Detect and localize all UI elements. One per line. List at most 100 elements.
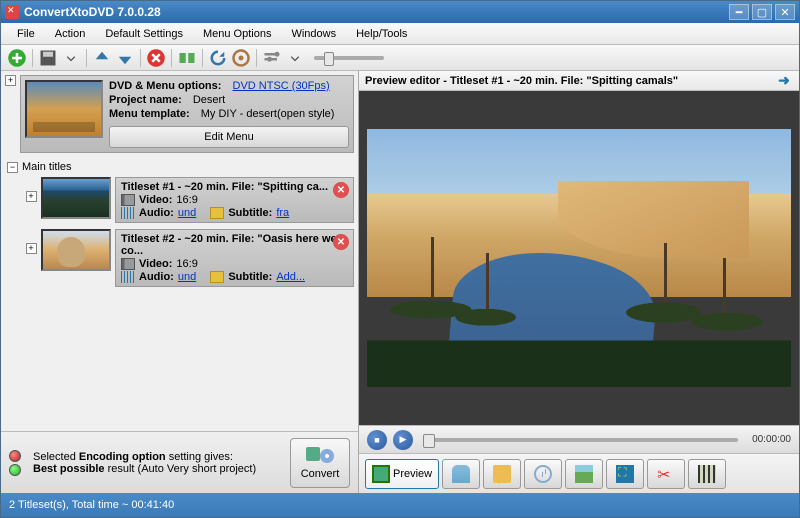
remove-icon[interactable]	[146, 48, 166, 68]
encoding-text: setting gives:	[166, 451, 233, 463]
video-label: Video:	[139, 194, 172, 206]
titlebar: ConvertXtoDVD 7.0.0.28 ━ ▢ ✕	[1, 1, 799, 23]
project-name-value: Desert	[193, 94, 225, 106]
play-button[interactable]: ▶	[393, 430, 413, 450]
titleset-title: Titleset #1 - ~20 min. File: "Spitting c…	[121, 181, 348, 193]
refresh-icon[interactable]	[208, 48, 228, 68]
merge-icon[interactable]	[177, 48, 197, 68]
app-icon	[5, 5, 19, 19]
statusbar-text: 2 Titleset(s), Total time ~ 00:41:40	[9, 499, 174, 511]
options-label: DVD & Menu options:	[109, 80, 221, 92]
collapse-titles-icon[interactable]: −	[7, 162, 18, 173]
options-link[interactable]: DVD NTSC (30Fps)	[233, 80, 330, 92]
options-icon[interactable]	[262, 48, 282, 68]
subtitle-label: Subtitle:	[228, 207, 272, 219]
titleset-row: + Titleset #2 - ~20 min. File: "Oasis he…	[25, 229, 354, 287]
options-dropdown-icon[interactable]	[285, 48, 305, 68]
template-label: Menu template:	[109, 108, 190, 120]
video-value: 16:9	[176, 194, 197, 206]
tab-subtitle[interactable]	[483, 459, 521, 489]
video-value: 16:9	[176, 258, 197, 270]
menu-default-settings[interactable]: Default Settings	[95, 26, 193, 42]
cut-tab-icon: ✂	[657, 465, 675, 483]
convert-button[interactable]: Convert	[290, 438, 350, 488]
subtitle-link[interactable]: fra	[276, 207, 289, 219]
audio-link[interactable]: und	[178, 207, 196, 219]
titlebar-title: ConvertXtoDVD 7.0.0.28	[24, 5, 729, 19]
zoom-slider[interactable]	[314, 56, 384, 60]
encoding-result-bold: Best possible	[33, 463, 105, 475]
preview-tab-label: Preview	[393, 468, 432, 480]
menu-action[interactable]: Action	[45, 26, 96, 42]
audio-label: Audio:	[139, 271, 174, 283]
tab-cut[interactable]: ✂	[647, 459, 685, 489]
expand-titleset-icon[interactable]: +	[26, 191, 37, 202]
expand-project-icon[interactable]: +	[5, 75, 16, 86]
up-icon[interactable]	[92, 48, 112, 68]
menu-options[interactable]: Menu Options	[193, 26, 281, 42]
tab-output[interactable]	[606, 459, 644, 489]
subtitle-link[interactable]: Add...	[276, 271, 305, 283]
audio-icon	[121, 207, 135, 219]
preview-panel: Preview editor - Titleset #1 - ~20 min. …	[359, 71, 799, 493]
save-icon[interactable]	[38, 48, 58, 68]
remove-titleset-button[interactable]: ✕	[333, 234, 349, 250]
audio-tab-icon	[452, 465, 470, 483]
preview-tab-icon	[372, 465, 390, 483]
expand-titleset-icon[interactable]: +	[26, 243, 37, 254]
subtitle-icon	[210, 271, 224, 283]
subtitle-label: Subtitle:	[228, 271, 272, 283]
preview-image	[367, 129, 791, 387]
audio-icon	[121, 271, 135, 283]
minimize-button[interactable]: ━	[729, 4, 749, 20]
titleset-row: + Titleset #1 - ~20 min. File: "Spitting…	[25, 177, 354, 223]
preview-viewport	[359, 91, 799, 425]
encoding-text-bold: Encoding option	[79, 451, 166, 463]
convert-label: Convert	[301, 468, 340, 480]
convert-icon	[306, 445, 334, 465]
subtitle-icon	[210, 207, 224, 219]
encoding-text: Selected	[33, 451, 79, 463]
tab-audio[interactable]	[442, 459, 480, 489]
toolbar	[1, 45, 799, 71]
edit-menu-button[interactable]: Edit Menu	[109, 126, 349, 148]
video-icon	[121, 258, 135, 270]
titleset-title: Titleset #2 - ~20 min. File: "Oasis here…	[121, 233, 348, 257]
down-icon[interactable]	[115, 48, 135, 68]
project-name-label: Project name:	[109, 94, 182, 106]
save-dropdown-icon[interactable]	[61, 48, 81, 68]
seek-slider[interactable]	[427, 438, 738, 442]
statusbar: 2 Titleset(s), Total time ~ 00:41:40	[1, 493, 799, 517]
add-file-icon[interactable]	[7, 48, 27, 68]
encoding-footer: Selected Encoding option setting gives: …	[1, 431, 358, 493]
close-button[interactable]: ✕	[775, 4, 795, 20]
traffic-light-icon	[9, 450, 25, 476]
editor-tabs: Preview ✂	[359, 453, 799, 493]
dvd-options-block: DVD & Menu options: DVD NTSC (30Fps) Pro…	[20, 75, 354, 153]
menu-file[interactable]: File	[7, 26, 45, 42]
titleset-thumbnail[interactable]	[41, 229, 111, 271]
preview-header-text: Preview editor - Titleset #1 - ~20 min. …	[365, 75, 678, 87]
audio-link[interactable]: und	[178, 271, 196, 283]
tab-preview[interactable]: Preview	[365, 459, 439, 489]
tab-chapters[interactable]	[524, 459, 562, 489]
titleset-thumbnail[interactable]	[41, 177, 111, 219]
remove-titleset-button[interactable]: ✕	[333, 182, 349, 198]
menu-windows[interactable]: Windows	[281, 26, 346, 42]
menubar: File Action Default Settings Menu Option…	[1, 23, 799, 45]
burn-icon[interactable]	[231, 48, 251, 68]
playback-time: 00:00:00	[752, 434, 791, 445]
forward-arrow-icon[interactable]: ➜	[775, 74, 793, 88]
image-tab-icon	[575, 465, 593, 483]
playback-controls: ■ ▶ 00:00:00	[359, 425, 799, 453]
tab-image[interactable]	[565, 459, 603, 489]
tab-film[interactable]	[688, 459, 726, 489]
main-titles-label: Main titles	[22, 161, 72, 173]
video-icon	[121, 194, 135, 206]
film-tab-icon	[698, 465, 716, 483]
audio-label: Audio:	[139, 207, 174, 219]
stop-button[interactable]: ■	[367, 430, 387, 450]
maximize-button[interactable]: ▢	[752, 4, 772, 20]
menu-thumbnail[interactable]	[25, 80, 103, 138]
menu-help[interactable]: Help/Tools	[346, 26, 417, 42]
